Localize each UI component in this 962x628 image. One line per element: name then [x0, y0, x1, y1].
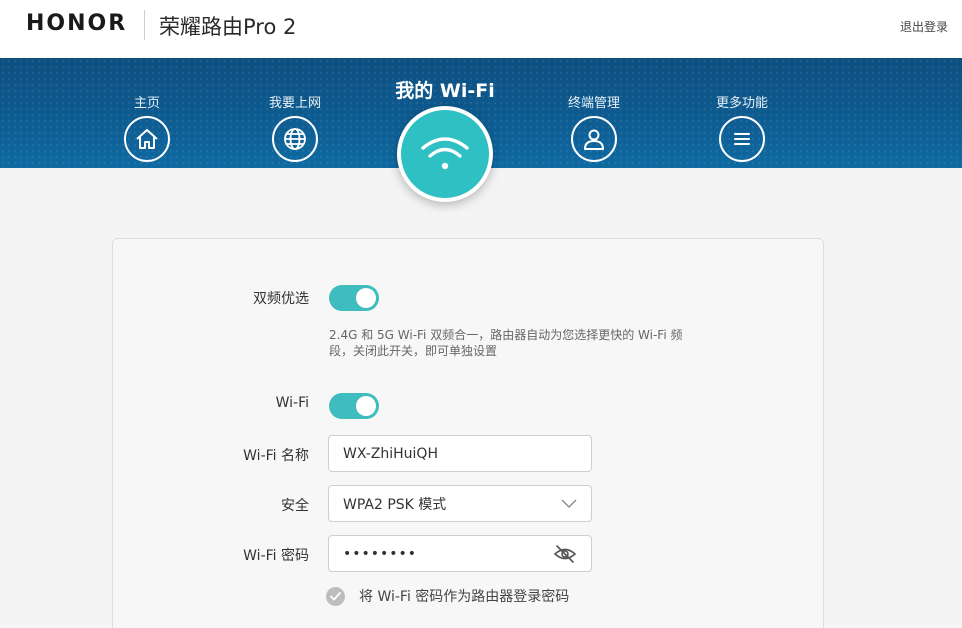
brand-logo: HONOR — [26, 11, 128, 36]
password-input[interactable]: •••••••• — [328, 535, 592, 572]
top-bar: HONOR 荣耀路由Pro 2 退出登录 — [0, 0, 962, 58]
security-select[interactable]: WPA2 PSK 模式 — [328, 485, 592, 522]
nav-item-my-wifi[interactable]: 我的 Wi-Fi — [385, 76, 505, 202]
nav-item-label: 主页 — [133, 96, 160, 111]
chevron-down-icon — [561, 499, 577, 508]
toggle-knob — [356, 396, 376, 416]
nav-item-more[interactable]: 更多功能 — [692, 92, 792, 162]
user-icon — [571, 116, 617, 162]
menu-icon — [719, 116, 765, 162]
dual-band-toggle[interactable] — [329, 285, 379, 311]
nav-item-home[interactable]: 主页 — [97, 92, 197, 162]
password-label: Wi-Fi 密码 — [243, 548, 309, 564]
eye-hidden-icon[interactable] — [553, 544, 577, 564]
check-icon — [326, 586, 345, 606]
product-name: 荣耀路由Pro 2 — [159, 15, 297, 39]
logout-link[interactable]: 退出登录 — [900, 18, 948, 35]
use-as-admin-checkbox[interactable]: 将 Wi-Fi 密码作为路由器登录密码 — [326, 586, 569, 606]
toggle-knob — [356, 288, 376, 308]
nav-item-label: 我的 Wi-Fi — [395, 80, 495, 102]
nav-item-internet[interactable]: 我要上网 — [245, 92, 345, 162]
header-divider — [144, 10, 145, 40]
ssid-value: WX-ZhiHuiQH — [343, 445, 438, 462]
nav-item-label: 更多功能 — [715, 96, 768, 111]
home-icon — [124, 116, 170, 162]
nav-item-devices[interactable]: 终端管理 — [544, 92, 644, 162]
dual-band-label: 双频优选 — [253, 291, 309, 307]
use-as-admin-label: 将 Wi-Fi 密码作为路由器登录密码 — [359, 589, 570, 605]
nav-item-label: 我要上网 — [268, 96, 321, 111]
wifi-label: Wi-Fi — [275, 395, 309, 411]
password-value: •••••••• — [343, 545, 418, 562]
ssid-label: Wi-Fi 名称 — [243, 448, 309, 464]
nav-item-label: 终端管理 — [567, 96, 620, 111]
wifi-icon — [397, 106, 493, 202]
globe-icon — [272, 116, 318, 162]
dual-band-hint: 2.4G 和 5G Wi-Fi 双频合一，路由器自动为您选择更快的 Wi-Fi … — [329, 328, 683, 358]
security-label: 安全 — [281, 498, 309, 514]
ssid-input[interactable]: WX-ZhiHuiQH — [328, 435, 592, 472]
security-value: WPA2 PSK 模式 — [343, 496, 447, 513]
wifi-toggle[interactable] — [329, 393, 379, 419]
